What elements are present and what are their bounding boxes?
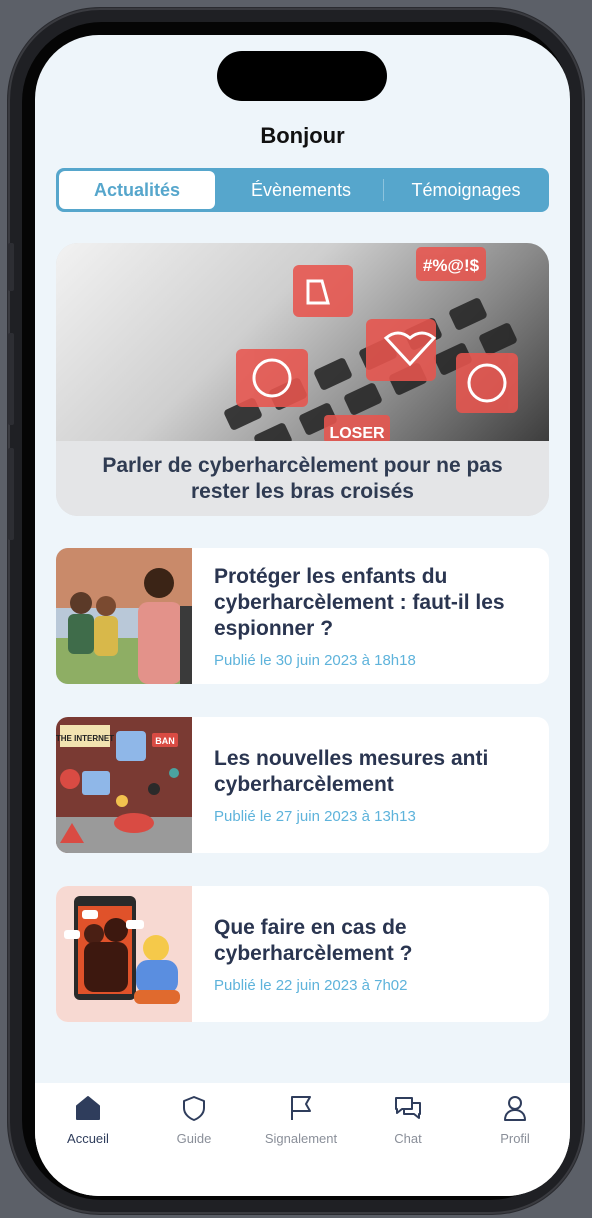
shield-icon [144, 1091, 244, 1125]
featured-article-card[interactable]: #%@!$ LOSER Parler de cyberharcèlement p… [56, 243, 549, 516]
article-body: Les nouvelles mesures anti cyberharcèlem… [214, 717, 533, 853]
article-card[interactable]: Protéger les enfants du cyberharcèlement… [56, 548, 549, 684]
dynamic-island [217, 51, 387, 101]
article-title: Que faire en cas de cyberharcèlement ? [214, 915, 413, 965]
user-icon [465, 1091, 565, 1125]
tab-evenements[interactable]: Évènements [221, 168, 381, 212]
tab-temoignages[interactable]: Témoignages [386, 168, 546, 212]
thumb-internet: THE INTERNET [56, 734, 114, 743]
article-title: Les nouvelles mesures anti cyberharcèlem… [214, 746, 489, 796]
tabbar-label: Chat [394, 1131, 422, 1146]
article-body: Que faire en cas de cyberharcèlement ? P… [214, 886, 533, 1022]
featured-article-image: #%@!$ LOSER [56, 243, 549, 455]
volume-up-button [8, 333, 14, 425]
article-thumbnail: THE INTERNET BAN [56, 717, 192, 853]
page-title: Bonjour [260, 123, 345, 148]
article-title: Protéger les enfants du cyberharcèlement… [214, 564, 505, 640]
thumb-ban: BAN [155, 736, 175, 746]
flag-icon [251, 1091, 351, 1125]
tabbar-label: Profil [500, 1131, 530, 1146]
overlay-symbols: #%@!$ [423, 256, 480, 275]
article-date: Publié le 30 juin 2023 à 18h18 [214, 651, 416, 669]
mute-switch [8, 243, 14, 291]
tabbar-item-accueil[interactable]: Accueil [38, 1091, 138, 1146]
tabbar-item-profil[interactable]: Profil [465, 1091, 565, 1146]
bottom-tab-bar: Accueil Guide Signalement Chat Profil [35, 1083, 570, 1196]
article-date: Publié le 22 juin 2023 à 7h02 [214, 976, 408, 994]
article-card[interactable]: Que faire en cas de cyberharcèlement ? P… [56, 886, 549, 1022]
article-body: Protéger les enfants du cyberharcèlement… [214, 548, 533, 684]
tab-divider [383, 179, 384, 201]
home-icon [38, 1091, 138, 1125]
tabbar-label: Accueil [67, 1131, 109, 1146]
app-screen: Bonjour Actualités Évènements Témoignage… [35, 35, 570, 1196]
tabbar-item-chat[interactable]: Chat [358, 1091, 458, 1146]
featured-article-title: Parler de cyberharcèlement pour ne pas r… [56, 441, 549, 516]
article-thumbnail [56, 548, 192, 684]
article-card[interactable]: THE INTERNET BAN Les nouvelles mesures a… [56, 717, 549, 853]
tabbar-item-guide[interactable]: Guide [144, 1091, 244, 1146]
tabbar-item-signalement[interactable]: Signalement [251, 1091, 351, 1146]
overlay-loser: LOSER [329, 425, 385, 442]
article-thumbnail [56, 886, 192, 1022]
tabbar-label: Guide [176, 1131, 212, 1146]
tab-actualites[interactable]: Actualités [59, 171, 215, 209]
chat-icon [358, 1091, 458, 1125]
volume-down-button [8, 448, 14, 540]
tabbar-label: Signalement [264, 1131, 338, 1146]
segmented-tabs: Actualités Évènements Témoignages [56, 168, 549, 212]
article-date: Publié le 27 juin 2023 à 13h13 [214, 807, 416, 825]
